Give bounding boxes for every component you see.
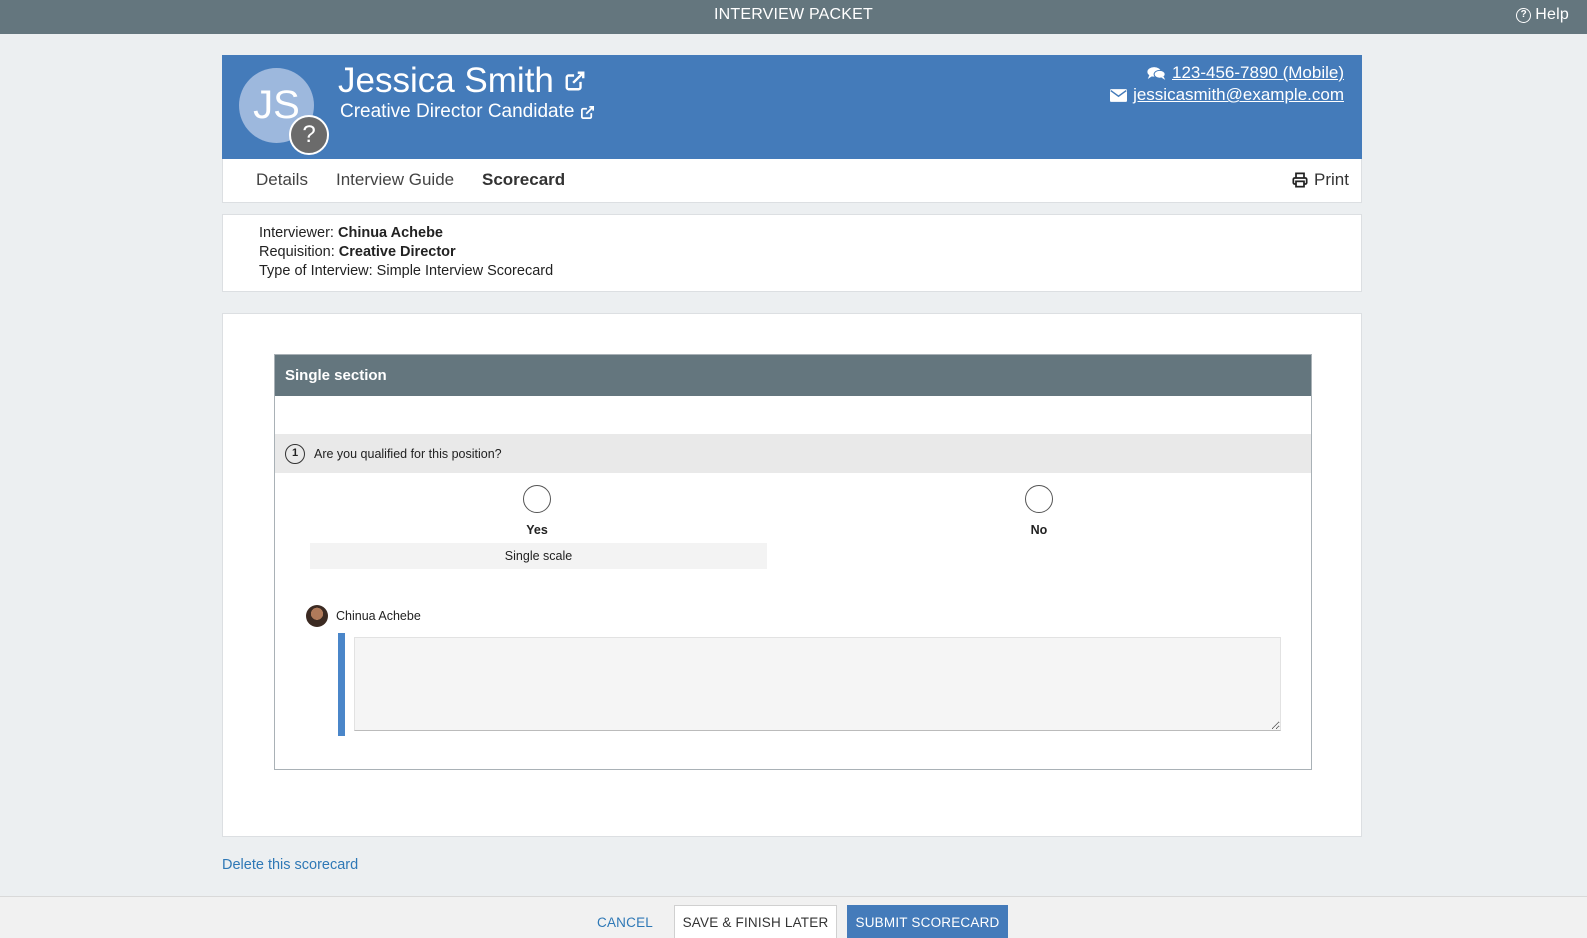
section-title: Single section: [275, 355, 1311, 396]
interviewer-label: Interviewer:: [259, 225, 334, 241]
scorecard-card: Single section 1 Are you qualified for t…: [222, 313, 1362, 837]
phone-contact: 123-456-7890 (Mobile): [1147, 63, 1344, 83]
option-no-label: No: [1030, 523, 1048, 537]
interviewer-value: Chinua Achebe: [337, 225, 443, 241]
candidate-initials: JS: [253, 83, 300, 127]
candidate-header: JS ? Jessica Smith Creative Director Can…: [222, 55, 1362, 159]
tab-bar: Details Interview Guide Scorecard Print: [222, 159, 1362, 203]
help-label: Help: [1535, 6, 1569, 23]
external-link-icon: [581, 105, 595, 119]
print-button[interactable]: Print: [1292, 170, 1349, 190]
radio-no[interactable]: [1025, 485, 1053, 513]
chat-bubbles-icon: [1147, 66, 1166, 80]
printer-icon: [1292, 172, 1308, 188]
option-yes-label: Yes: [526, 523, 548, 537]
question-row: 1 Are you qualified for this position?: [275, 434, 1311, 473]
save-finish-later-button[interactable]: SAVE & FINISH LATER: [674, 905, 837, 938]
question-text: Are you qualified for this position?: [314, 446, 502, 461]
tab-details[interactable]: Details: [256, 170, 308, 190]
option-no[interactable]: No: [979, 485, 1099, 537]
comment-textarea[interactable]: [354, 637, 1281, 731]
requisition-row: Requisition: Creative Director: [259, 243, 1361, 262]
interviewer-row: Interviewer: Chinua Achebe: [259, 224, 1361, 243]
comment-accent-bar: [338, 633, 345, 736]
envelope-icon: [1110, 88, 1128, 102]
requisition-label: Requisition:: [259, 244, 335, 260]
commenter: Chinua Achebe: [306, 605, 421, 627]
question-number-badge: 1: [285, 443, 305, 464]
commenter-name: Chinua Achebe: [336, 609, 421, 623]
email-contact: jessicasmith@example.com: [1110, 85, 1344, 105]
phone-link[interactable]: 123-456-7890 (Mobile): [1172, 63, 1344, 83]
requisition-value: Creative Director: [338, 244, 456, 260]
help-link[interactable]: ? Help: [1516, 6, 1569, 24]
footer-bar: CANCEL SAVE & FINISH LATER SUBMIT SCOREC…: [0, 896, 1587, 938]
tab-scorecard[interactable]: Scorecard: [482, 170, 565, 190]
print-label: Print: [1314, 170, 1349, 189]
avatar-unknown-badge[interactable]: ?: [289, 115, 329, 155]
external-link-icon: [565, 71, 585, 91]
interview-info: Interviewer: Chinua Achebe Requisition: …: [222, 214, 1362, 292]
commenter-avatar: [306, 605, 328, 627]
question-circle-icon: ?: [1516, 7, 1532, 23]
candidate-name: Jessica Smith: [338, 61, 554, 100]
interview-type-label: Type of Interview:: [259, 263, 373, 279]
candidate-name-link[interactable]: Jessica Smith: [338, 61, 586, 101]
interview-type-value: Simple Interview Scorecard: [376, 263, 554, 279]
delete-scorecard-link[interactable]: Delete this scorecard: [222, 857, 358, 873]
tab-interview-guide[interactable]: Interview Guide: [336, 170, 454, 190]
top-bar: INTERVIEW PACKET ? Help: [0, 0, 1587, 34]
scale-label: Single scale: [310, 543, 767, 569]
interview-type-row: Type of Interview: Simple Interview Scor…: [259, 262, 1361, 281]
page-title: INTERVIEW PACKET: [713, 6, 874, 23]
candidate-job-link[interactable]: Creative Director Candidate: [340, 101, 595, 123]
radio-yes[interactable]: [523, 485, 551, 513]
candidate-subtitle: Creative Director Candidate: [340, 101, 575, 122]
cancel-button[interactable]: CANCEL: [585, 905, 665, 938]
submit-scorecard-button[interactable]: SUBMIT SCORECARD: [847, 905, 1008, 938]
email-link[interactable]: jessicasmith@example.com: [1133, 85, 1344, 105]
option-yes[interactable]: Yes: [477, 485, 597, 537]
scorecard-section: Single section 1 Are you qualified for t…: [274, 354, 1312, 770]
